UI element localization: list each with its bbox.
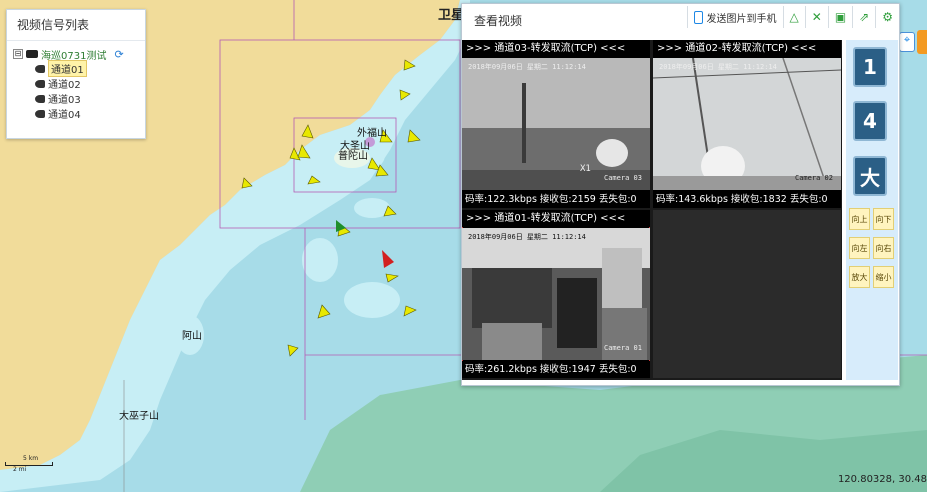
video-frame <box>462 58 650 190</box>
video-signal-list-panel: 视频信号列表 ⊟ 海巡0731测试 ⟳ 通道01 通道02 通道03 通道04 <box>6 9 146 139</box>
channel-tree: ⊟ 海巡0731测试 ⟳ 通道01 通道02 通道03 通道04 <box>7 41 145 121</box>
camera-device-icon <box>26 50 38 58</box>
triangle-icon[interactable]: △ <box>782 6 805 28</box>
osd-extra: X1 <box>580 164 591 174</box>
coordinate-readout: 120.80328, 30.48 <box>837 474 927 485</box>
layout-1-button[interactable]: 1 <box>853 47 887 87</box>
osd-timestamp: 2018年09月06日 星期二 11:12:14 <box>468 233 586 241</box>
video-frame <box>462 228 650 360</box>
video-grid: >>> 通道03-转发取流(TCP) <<< 2018年09月06日 星期二 1… <box>462 40 842 380</box>
map-label: 阿山 <box>182 331 202 342</box>
channel-item-03[interactable]: 通道03 <box>35 91 145 106</box>
camera-icon <box>35 109 45 118</box>
channel-label[interactable]: 通道03 <box>48 91 81 106</box>
channel-item-04[interactable]: 通道04 <box>35 106 145 121</box>
layout-4-button[interactable]: 4 <box>853 101 887 141</box>
window-title: 查看视频 <box>474 14 523 28</box>
channel-item-01[interactable]: 通道01 <box>35 60 145 77</box>
ptz-zoom-in-button[interactable]: 放大 <box>849 266 870 288</box>
video-controls: 1 4 大 向上 向下 向左 向右 放大 缩小 <box>846 40 898 380</box>
view-video-window: 查看视频 发送图片到手机 △ ✕ ▣ ⇗ ⚙ >>> 通道03-转发取流(TCP… <box>461 3 900 386</box>
ptz-zoom-out-button[interactable]: 缩小 <box>873 266 894 288</box>
tile-stats: 码率:122.3kbps 接收包:2159 丢失包:0 <box>462 191 650 208</box>
phone-icon <box>693 10 703 24</box>
expand-icon[interactable]: ✕ <box>804 6 828 28</box>
tile-header: >>> 通道03-转发取流(TCP) <<< <box>462 40 650 57</box>
orange-tool-icon[interactable] <box>917 30 927 54</box>
video-tile-empty[interactable] <box>653 210 841 378</box>
camera-icon <box>35 64 45 73</box>
camera-icon <box>35 79 45 88</box>
map-label: 普陀山 <box>338 151 368 162</box>
send-image-to-phone-button[interactable]: 发送图片到手机 <box>686 6 783 28</box>
collapse-toggle-icon[interactable]: ⊟ <box>13 49 23 59</box>
panel-title: 视频信号列表 <box>7 10 145 41</box>
send-image-label: 发送图片到手机 <box>706 13 777 25</box>
camera-icon <box>35 94 45 103</box>
gear-icon[interactable]: ⚙ <box>875 6 899 28</box>
ptz-up-button[interactable]: 向上 <box>849 208 870 230</box>
layout-large-button[interactable]: 大 <box>853 156 887 196</box>
ptz-right-button[interactable]: 向右 <box>873 237 894 259</box>
ptz-left-button[interactable]: 向左 <box>849 237 870 259</box>
osd-timestamp: 2018年09月06日 星期二 11:12:14 <box>468 63 586 71</box>
map-side-tools: ⌖ <box>898 30 927 60</box>
osd-camera-label: Camera 01 <box>604 344 642 352</box>
channel-label[interactable]: 通道04 <box>48 106 81 121</box>
refresh-icon[interactable]: ⟳ <box>114 48 123 61</box>
tile-header: >>> 通道01-转发取流(TCP) <<< <box>462 210 650 227</box>
channel-item-02[interactable]: 通道02 <box>35 76 145 91</box>
tile-stats: 码率:261.2kbps 接收包:1947 丢失包:0 <box>462 361 650 378</box>
video-tile-channel-01[interactable]: >>> 通道01-转发取流(TCP) <<< 2018年09月06日 星期二 1… <box>462 210 650 378</box>
channel-label[interactable]: 通道02 <box>48 76 81 91</box>
save-icon[interactable]: ▣ <box>827 6 852 28</box>
osd-timestamp: 2018年09月06日 星期二 11:12:14 <box>659 63 777 71</box>
video-tile-channel-03[interactable]: >>> 通道03-转发取流(TCP) <<< 2018年09月06日 星期二 1… <box>462 40 650 208</box>
tile-header: >>> 通道02-转发取流(TCP) <<< <box>653 40 841 57</box>
channel-label[interactable]: 通道01 <box>48 60 87 77</box>
tile-stats: 码率:143.6kbps 接收包:1832 丢失包:0 <box>653 191 841 208</box>
video-frame <box>653 58 841 190</box>
export-icon[interactable]: ⇗ <box>852 6 875 28</box>
window-toolbar: 发送图片到手机 △ ✕ ▣ ⇗ ⚙ <box>686 4 899 30</box>
video-tile-channel-02[interactable]: >>> 通道02-转发取流(TCP) <<< 2018年09月06日 星期二 1… <box>653 40 841 208</box>
map-label: 大巫子山 <box>119 411 159 422</box>
window-header[interactable]: 查看视频 发送图片到手机 △ ✕ ▣ ⇗ ⚙ <box>462 4 899 32</box>
osd-camera-label: Camera 03 <box>604 174 642 182</box>
tree-root-device[interactable]: ⊟ 海巡0731测试 ⟳ <box>13 47 145 62</box>
ptz-down-button[interactable]: 向下 <box>873 208 894 230</box>
scale-bar: 5 km 2 mi <box>5 455 53 473</box>
osd-camera-label: Camera 02 <box>795 174 833 182</box>
location-pin-icon[interactable]: ⌖ <box>899 32 915 52</box>
